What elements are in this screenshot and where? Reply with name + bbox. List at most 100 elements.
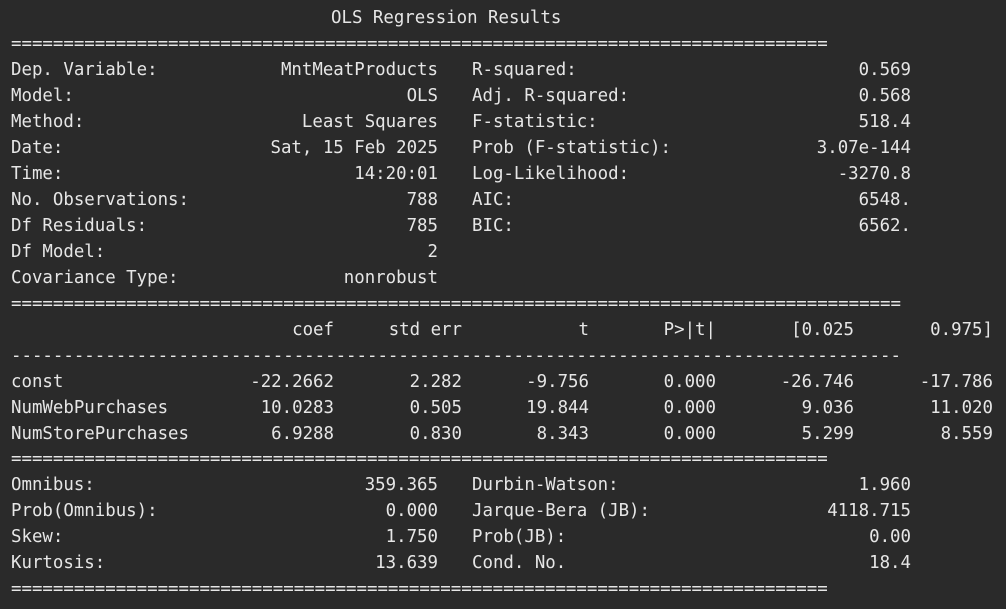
bottom-row: Omnibus: 359.365 Durbin-Watson: 1.960 [11, 473, 993, 499]
diagnostics-block: Omnibus: 359.365 Durbin-Watson: 1.960 Prob(O… [11, 473, 993, 577]
table-cell: 0.000 [663, 423, 716, 444]
table-row: NumStorePurchases 6.9288 0.830 8.343 0.000 5.… [11, 422, 993, 448]
stat-value: nonrobust [343, 267, 438, 288]
table-cell: 19.844 [526, 397, 589, 418]
variable-name: NumWebPurchases [11, 397, 169, 418]
stat-value: 6548. [858, 189, 911, 210]
regression-summary: OLS Regression Results =================… [11, 6, 993, 603]
stat-label: Jarque-Bera (JB): [472, 501, 650, 522]
stat-value: MntMeatProducts [280, 59, 438, 80]
stat-label: Df Model: [11, 241, 106, 262]
stat-value: 788 [406, 189, 438, 210]
stat-value: 1.750 [385, 527, 438, 548]
table-cell: -17.786 [919, 371, 993, 392]
stat-label: Covariance Type: [11, 267, 179, 288]
stat-value: 785 [406, 215, 438, 236]
stat-label: Prob(JB): [472, 527, 567, 548]
table-cell: 0.000 [663, 397, 716, 418]
stat-label: Skew: [11, 527, 64, 548]
stat-label: Model: [11, 85, 74, 106]
stat-value: 359.365 [364, 475, 438, 496]
top-row: Dep. Variable: MntMeatProducts R-squared: 0… [11, 58, 993, 84]
stat-label: AIC: [472, 189, 514, 210]
stat-value: 518.4 [858, 111, 911, 132]
rule-double: ========================================… [11, 449, 828, 470]
stat-value: Sat, 15 Feb 2025 [270, 137, 438, 158]
variable-name: const [11, 371, 64, 392]
coef-table-body: const -22.2662 2.282 -9.756 0.000 -26.746 -17.… [11, 370, 993, 448]
rule-double: ========================================… [11, 579, 828, 600]
stat-value: -3270.8 [837, 163, 911, 184]
table-cell: 8.343 [536, 423, 589, 444]
table-row: const -22.2662 2.282 -9.756 0.000 -26.746 -17.… [11, 370, 993, 396]
stat-value: 0.000 [385, 501, 438, 522]
table-cell: 5.299 [801, 423, 854, 444]
top-row: Method: Least Squares F-statistic: 518.4 [11, 110, 993, 136]
stat-label: Cond. No. [472, 553, 567, 574]
stat-label: Prob(Omnibus): [11, 501, 158, 522]
coef-column-header: coef [292, 319, 334, 340]
stat-label: F-statistic: [472, 111, 598, 132]
stat-value: Least Squares [301, 111, 438, 132]
top-row: No. Observations: 788 AIC: 6548. [11, 188, 993, 214]
stat-value: OLS [406, 85, 438, 106]
stat-value: 18.4 [869, 553, 911, 574]
table-cell: 2.282 [409, 371, 462, 392]
coef-column-header: [0.025 [791, 319, 854, 340]
stat-label: No. Observations: [11, 189, 189, 210]
stat-value: 14:20:01 [354, 163, 438, 184]
top-row: Df Residuals: 785 BIC: 6562. [11, 214, 993, 240]
coef-column-header: 0.975] [930, 319, 993, 340]
rule-double: ========================================… [11, 33, 828, 54]
stat-label: Prob (F-statistic): [472, 137, 671, 158]
stat-value: 6562. [858, 215, 911, 236]
coef-column-header: P>|t| [663, 319, 716, 340]
stat-label: Time: [11, 163, 64, 184]
stat-value: 0.569 [858, 59, 911, 80]
stat-label: Method: [11, 111, 85, 132]
top-row: Date: Sat, 15 Feb 2025 Prob (F-statistic):… [11, 136, 993, 162]
top-row: Model: OLS Adj. R-squared: 0.568 [11, 84, 993, 110]
stat-label: BIC: [472, 215, 514, 236]
table-cell: 0.505 [409, 397, 462, 418]
stat-value: 1.960 [858, 475, 911, 496]
top-row: Df Model: 2 [11, 240, 993, 266]
rule-single: ----------------------------------------… [11, 345, 901, 366]
table-cell: -22.2662 [250, 371, 334, 392]
top-row: Covariance Type: nonrobust [11, 266, 993, 292]
top-row: Time: 14:20:01 Log-Likelihood: -3270.8 [11, 162, 993, 188]
stat-label: Durbin-Watson: [472, 475, 619, 496]
variable-name: NumStorePurchases [11, 423, 189, 444]
stat-label: Kurtosis: [11, 553, 106, 574]
table-cell: 10.0283 [260, 397, 334, 418]
stat-label: Omnibus: [11, 475, 95, 496]
table-cell: 9.036 [801, 397, 854, 418]
stat-value: 0.568 [858, 85, 911, 106]
model-info-block: Dep. Variable: MntMeatProducts R-squared: 0… [11, 58, 993, 292]
rule-double: ========================================… [11, 293, 901, 314]
stat-value: 2 [427, 241, 438, 262]
bottom-row: Prob(Omnibus): 0.000 Jarque-Bera (JB): 4118… [11, 499, 993, 525]
coef-column-header: std err [388, 319, 462, 340]
stat-label: Log-Likelihood: [472, 163, 630, 184]
coef-table-header: coef std err t P>|t| [0.025 0.975] [11, 318, 993, 344]
bottom-row: Skew: 1.750 Prob(JB): 0.00 [11, 525, 993, 551]
table-cell: 6.9288 [271, 423, 334, 444]
coef-column-header: t [578, 319, 589, 340]
stat-value: 0.00 [869, 527, 911, 548]
table-row: NumWebPurchases 10.0283 0.505 19.844 0.000 9.… [11, 396, 993, 422]
summary-title: OLS Regression Results [11, 6, 993, 32]
table-cell: -9.756 [526, 371, 589, 392]
stat-label: Date: [11, 137, 64, 158]
table-cell: 0.830 [409, 423, 462, 444]
stat-value: 4118.715 [827, 501, 911, 522]
stat-label: Df Residuals: [11, 215, 148, 236]
stat-label: Dep. Variable: [11, 59, 158, 80]
stat-label: Adj. R-squared: [472, 85, 630, 106]
table-cell: -26.746 [780, 371, 854, 392]
title-text: OLS Regression Results [331, 8, 562, 28]
bottom-row: Kurtosis: 13.639 Cond. No. 18.4 [11, 551, 993, 577]
ols-summary-output: { "title": "OLS Regression Results", "ru… [0, 0, 1006, 609]
table-cell: 11.020 [930, 397, 993, 418]
stat-value: 3.07e-144 [816, 137, 911, 158]
